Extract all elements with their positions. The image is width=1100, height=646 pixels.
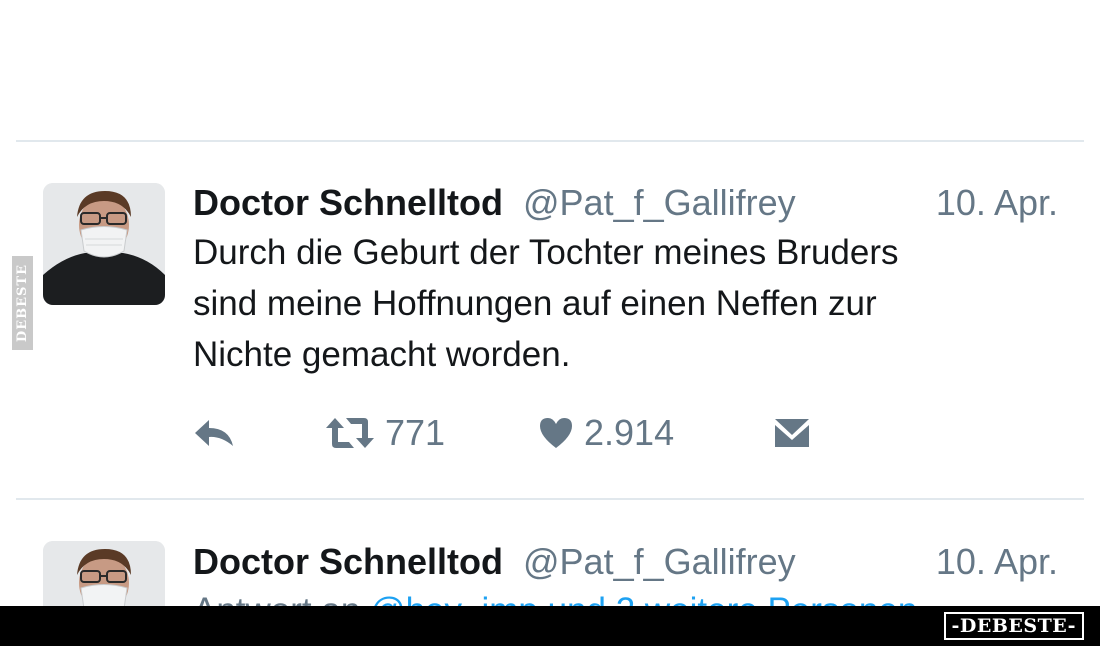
side-watermark-text: DEBESTE [15,263,30,343]
bottom-watermark-text: -DEBESTE- [951,615,1076,637]
tweet-text: Durch die Geburt der Tochter meines Brud… [193,227,1053,380]
reply-icon [193,416,235,450]
retweet-count: 771 [385,412,446,453]
retweet-icon [325,416,375,450]
author-name[interactable]: Doctor Schnelltod [193,541,503,583]
tweet-text-line: sind meine Hoffnungen auf einen Neffen z… [193,284,877,323]
timestamp[interactable]: 10. Apr. [936,182,1058,224]
author-handle[interactable]: @Pat_f_Gallifrey [523,182,796,224]
direct-message-button[interactable] [773,409,811,457]
tweet-text-line: Durch die Geburt der Tochter meines Brud… [193,233,899,272]
avatar-photo [43,183,165,305]
heart-icon [538,416,574,450]
tweet-text-line: Nichte gemacht worden. [193,335,571,374]
tweet-header: Doctor Schnelltod @Pat_f_Gallifrey 10. A… [193,541,1058,630]
bottom-watermark-bar: -DEBESTE- [0,606,1100,646]
author-handle[interactable]: @Pat_f_Gallifrey [523,541,796,583]
tweet-divider [16,498,1084,500]
side-watermark: DEBESTE [12,256,33,350]
like-count: 2.914 [584,412,675,453]
timestamp[interactable]: 10. Apr. [936,541,1058,583]
retweet-button[interactable]: 771 [325,409,445,457]
tweet-header: Doctor Schnelltod @Pat_f_Gallifrey 10. A… [193,182,1058,226]
debeste-logo: -DEBESTE- [942,611,1086,641]
author-name[interactable]: Doctor Schnelltod [193,182,503,224]
like-button[interactable]: 2.914 [538,409,674,457]
top-divider [16,140,1084,142]
avatar[interactable] [43,183,165,305]
direct-message-icon [773,417,811,449]
reply-button[interactable] [193,409,235,457]
